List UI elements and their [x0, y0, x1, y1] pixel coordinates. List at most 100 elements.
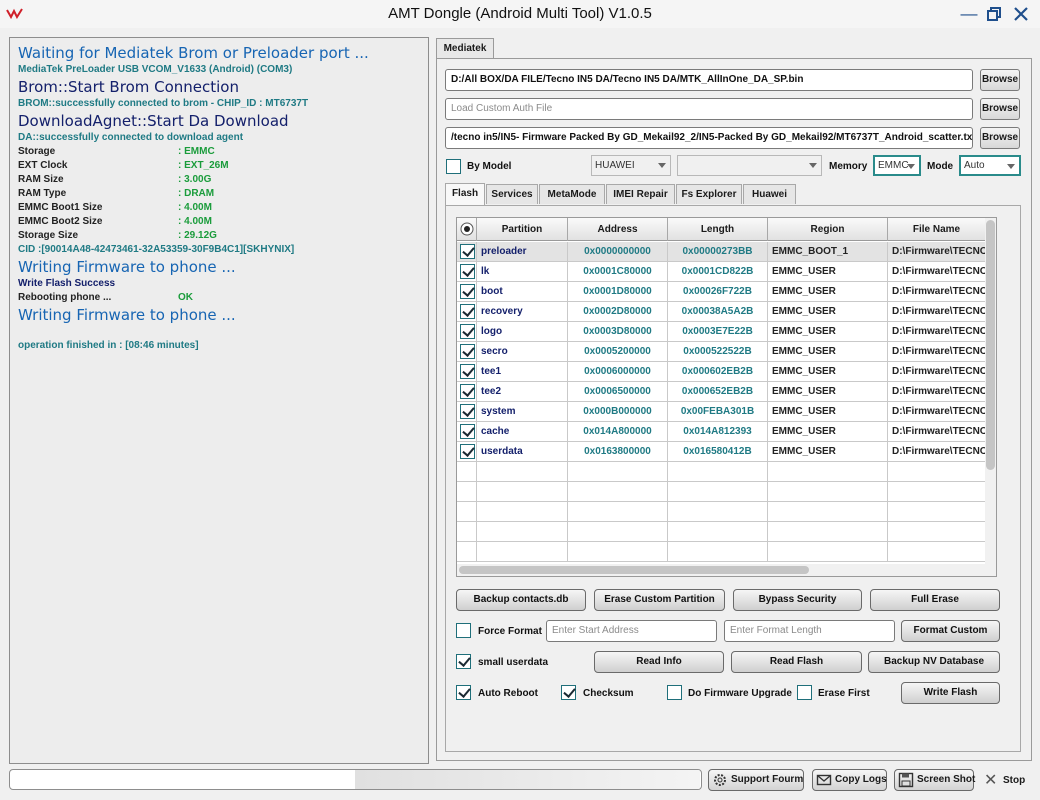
- vertical-scrollbar[interactable]: [985, 218, 996, 576]
- tab-metamode[interactable]: MetaMode: [539, 184, 605, 204]
- restore-icon[interactable]: [983, 4, 1005, 24]
- table-row[interactable]: secro 0x0005200000 0x000522522B EMMC_USER D:…: [457, 342, 986, 362]
- browse-scatter-button[interactable]: Browse: [980, 127, 1020, 149]
- cell-file: D:\Firmware\TECNO: [888, 402, 986, 422]
- minimize-icon[interactable]: —: [958, 4, 980, 24]
- by-model-checkbox[interactable]: [446, 159, 461, 174]
- cell-partition: tee1: [477, 362, 568, 382]
- row-checkbox[interactable]: [460, 244, 475, 259]
- tab-huawei[interactable]: Huawei: [743, 184, 796, 204]
- select-all-radio[interactable]: [457, 218, 477, 241]
- cell-file: D:\Firmware\TECNO: [888, 382, 986, 402]
- cell-length: 0x014A812393: [668, 422, 768, 442]
- row-checkbox[interactable]: [460, 344, 475, 359]
- row-checkbox[interactable]: [460, 404, 475, 419]
- cell-partition: preloader: [477, 242, 568, 262]
- table-row[interactable]: system 0x000B000000 0x00FEBA301B EMMC_USER D…: [457, 402, 986, 422]
- scatter-file-field[interactable]: /tecno in5/IN5- Firmware Packed By GD_Me…: [445, 127, 973, 149]
- table-row[interactable]: recovery 0x0002D80000 0x00038A5A2B EMMC_USE…: [457, 302, 986, 322]
- cell-length: 0x0001CD822B: [668, 262, 768, 282]
- cell-region: EMMC_USER: [768, 262, 888, 282]
- cell-partition: recovery: [477, 302, 568, 322]
- browse-auth-button[interactable]: Browse: [980, 98, 1020, 120]
- backup-nv-database-button[interactable]: Backup NV Database: [868, 651, 1000, 673]
- format-length-input[interactable]: Enter Format Length: [724, 620, 895, 642]
- log-port: MediaTek PreLoader USB VCOM_V1633 (Andro…: [18, 64, 293, 75]
- table-row[interactable]: userdata 0x0163800000 0x016580412B EMMC_USE…: [457, 442, 986, 462]
- tab-services[interactable]: Services: [486, 184, 538, 204]
- cell-partition: lk: [477, 262, 568, 282]
- tab-flash[interactable]: Flash: [445, 183, 485, 205]
- partition-table[interactable]: Partition Address Length Region File Nam…: [456, 217, 997, 577]
- small-userdata-checkbox[interactable]: [456, 654, 471, 669]
- full-erase-button[interactable]: Full Erase: [870, 589, 1000, 611]
- tab-imei-repair[interactable]: IMEI Repair: [606, 184, 675, 204]
- sub-model-select[interactable]: [677, 155, 822, 176]
- row-checkbox[interactable]: [460, 284, 475, 299]
- stop-button[interactable]: ✕ Stop: [981, 771, 1033, 791]
- row-checkbox[interactable]: [460, 424, 475, 439]
- cell-partition: system: [477, 402, 568, 422]
- cell-partition: logo: [477, 322, 568, 342]
- table-row: [457, 522, 986, 542]
- read-info-button[interactable]: Read Info: [594, 651, 724, 673]
- table-row: [457, 542, 986, 562]
- log-brom-start: Brom::Start Brom Connection: [18, 78, 239, 96]
- row-checkbox[interactable]: [460, 324, 475, 339]
- memory-select[interactable]: EMMC: [873, 155, 921, 176]
- force-format-label: Force Format: [478, 626, 542, 637]
- table-row[interactable]: tee2 0x0006500000 0x000652EB2B EMMC_USER D:\…: [457, 382, 986, 402]
- firmware-upgrade-checkbox[interactable]: [667, 685, 682, 700]
- row-checkbox[interactable]: [460, 304, 475, 319]
- cell-length: 0x00000273BB: [668, 242, 768, 262]
- cell-region: EMMC_USER: [768, 402, 888, 422]
- tab-mediatek[interactable]: Mediatek: [436, 38, 494, 58]
- read-flash-button[interactable]: Read Flash: [731, 651, 862, 673]
- log-panel: Waiting for Mediatek Brom or Preloader p…: [9, 37, 429, 764]
- scroll-thumb[interactable]: [459, 566, 809, 574]
- scroll-thumb[interactable]: [986, 220, 995, 470]
- table-row[interactable]: boot 0x0001D80000 0x00026F722B EMMC_USER D:\…: [457, 282, 986, 302]
- table-row[interactable]: logo 0x0003D80000 0x0003E7E22B EMMC_USER D:\…: [457, 322, 986, 342]
- device-info-row: Storage: EMMC: [18, 146, 215, 157]
- row-checkbox[interactable]: [460, 264, 475, 279]
- tab-fs-explorer[interactable]: Fs Explorer: [676, 184, 742, 204]
- start-address-input[interactable]: Enter Start Address: [546, 620, 717, 642]
- screenshot-button[interactable]: Screen Shot: [894, 769, 975, 791]
- auth-file-field[interactable]: Load Custom Auth File: [445, 98, 973, 120]
- format-custom-button[interactable]: Format Custom: [901, 620, 1000, 642]
- copy-logs-button[interactable]: Copy Logs: [812, 769, 887, 791]
- model-select[interactable]: HUAWEI: [591, 155, 671, 176]
- checksum-checkbox[interactable]: [561, 685, 576, 700]
- device-info-row: RAM Size: 3.00G: [18, 174, 212, 185]
- firmware-upgrade-label: Do Firmware Upgrade: [688, 688, 792, 699]
- cell-file: D:\Firmware\TECNO: [888, 322, 986, 342]
- horizontal-scrollbar[interactable]: [457, 564, 986, 576]
- write-flash-button[interactable]: Write Flash: [901, 682, 1000, 704]
- force-format-checkbox[interactable]: [456, 623, 471, 638]
- erase-first-checkbox[interactable]: [797, 685, 812, 700]
- bypass-security-button[interactable]: Bypass Security: [733, 589, 862, 611]
- backup-contacts-button[interactable]: Backup contacts.db: [456, 589, 586, 611]
- table-row: [457, 482, 986, 502]
- mode-select[interactable]: Auto: [959, 155, 1021, 176]
- close-icon[interactable]: [1010, 4, 1032, 24]
- gear-icon: [714, 774, 726, 786]
- cell-partition: tee2: [477, 382, 568, 402]
- cell-address: 0x0000000000: [568, 242, 668, 262]
- table-row[interactable]: preloader 0x0000000000 0x00000273BB EMMC_BO…: [457, 242, 986, 262]
- row-checkbox[interactable]: [460, 364, 475, 379]
- row-checkbox[interactable]: [460, 384, 475, 399]
- support-forum-button[interactable]: Support Fourm: [708, 769, 804, 791]
- cell-address: 0x0001C80000: [568, 262, 668, 282]
- table-row[interactable]: tee1 0x0006000000 0x000602EB2B EMMC_USER D:\…: [457, 362, 986, 382]
- row-checkbox[interactable]: [460, 444, 475, 459]
- cell-file: D:\Firmware\TECNO: [888, 362, 986, 382]
- table-row[interactable]: cache 0x014A800000 0x014A812393 EMMC_USER D:…: [457, 422, 986, 442]
- erase-custom-partition-button[interactable]: Erase Custom Partition: [594, 589, 725, 611]
- device-info-row: EMMC Boot1 Size: 4.00M: [18, 202, 212, 213]
- auto-reboot-checkbox[interactable]: [456, 685, 471, 700]
- da-file-field[interactable]: D:/All BOX/DA FILE/Tecno IN5 DA/Tecno IN…: [445, 69, 973, 91]
- table-row[interactable]: lk 0x0001C80000 0x0001CD822B EMMC_USER D:\Fi…: [457, 262, 986, 282]
- browse-da-button[interactable]: Browse: [980, 69, 1020, 91]
